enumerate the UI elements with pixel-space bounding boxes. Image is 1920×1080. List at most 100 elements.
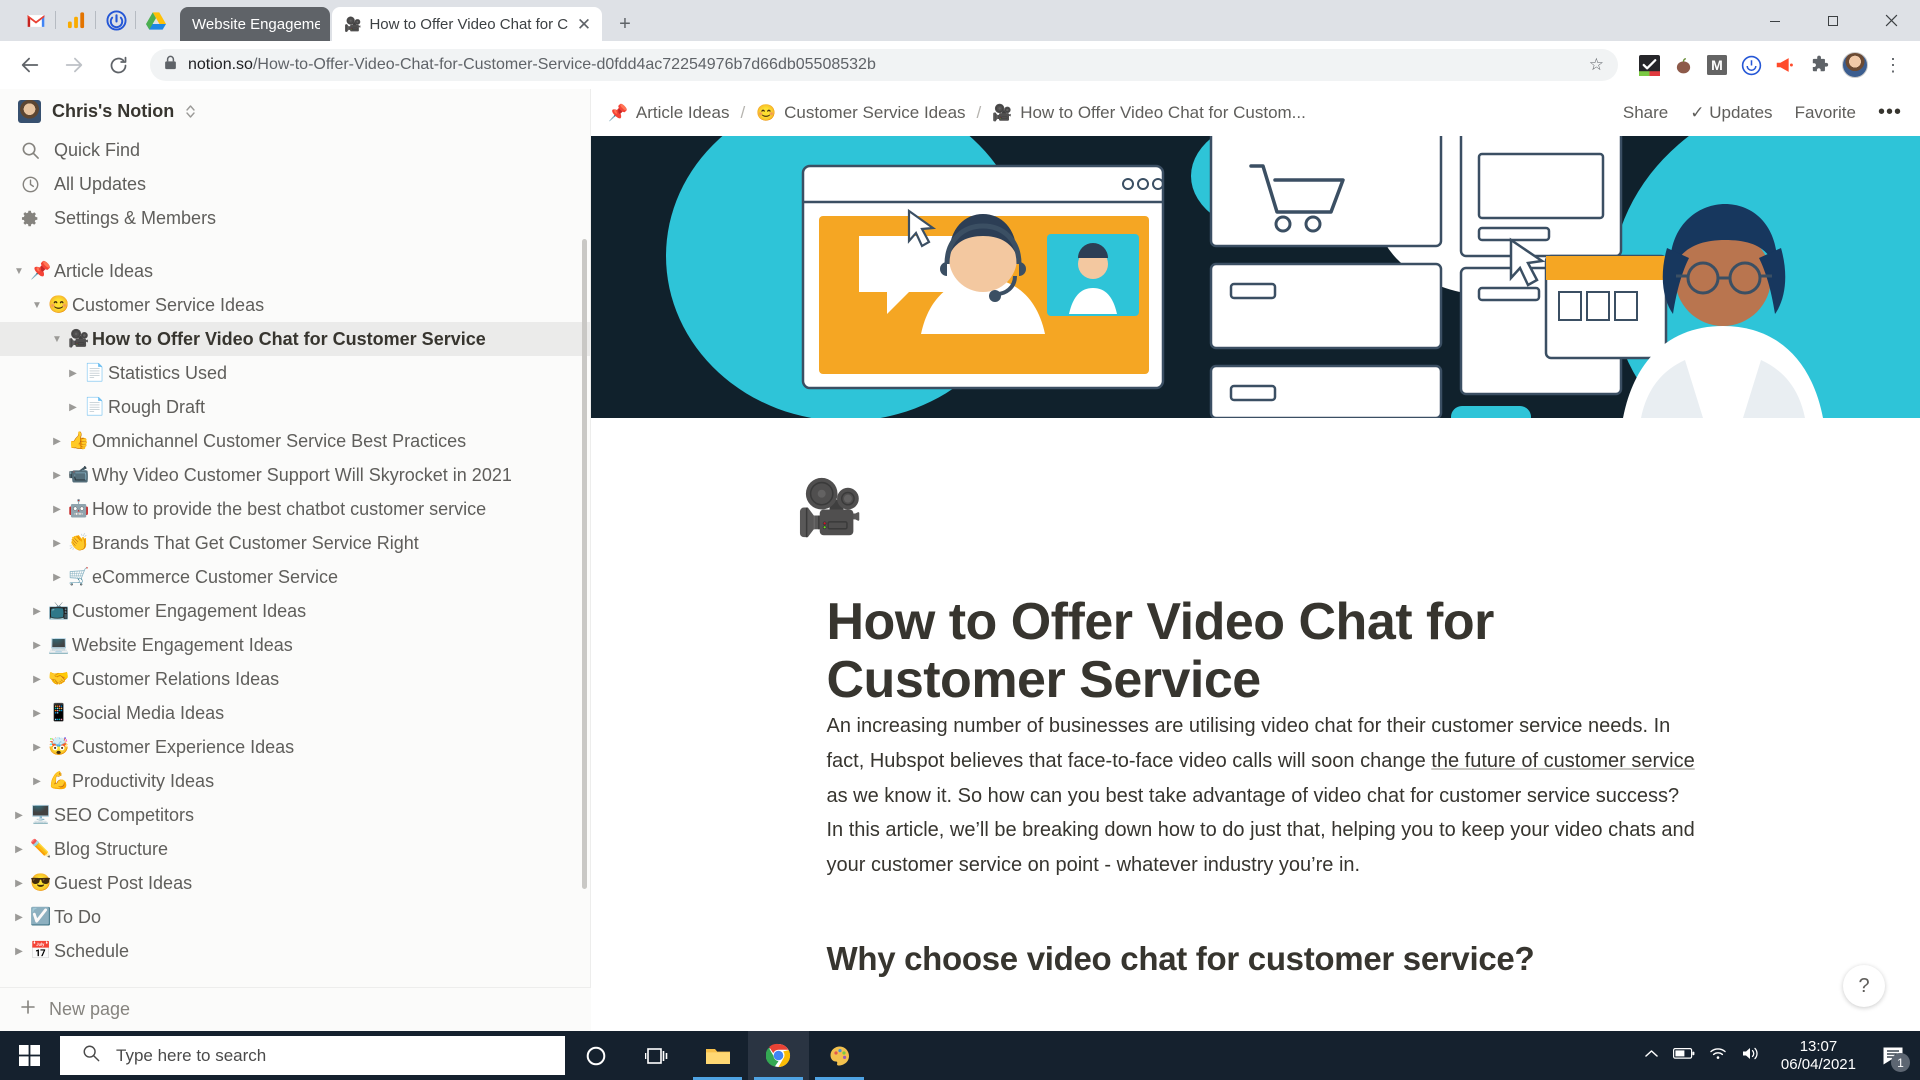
chevron-right-icon[interactable]: ▶	[48, 572, 66, 583]
page-emoji-icon: 📹	[68, 465, 90, 484]
todoist-icon[interactable]	[1634, 50, 1664, 80]
minimize-button[interactable]	[1746, 0, 1804, 41]
close-button[interactable]	[1862, 0, 1920, 41]
chevron-right-icon[interactable]: ▶	[48, 436, 66, 447]
chevron-right-icon[interactable]: ▶	[28, 708, 46, 719]
clock-date: 06/04/2021	[1780, 1055, 1856, 1073]
sidebar-scrollbar[interactable]	[582, 239, 587, 889]
profile-avatar[interactable]	[1838, 48, 1872, 82]
close-icon[interactable]: ✕	[576, 16, 592, 33]
reload-icon[interactable]	[98, 45, 138, 85]
mailtrack-icon[interactable]: M	[1702, 50, 1732, 80]
bookmark-star-icon[interactable]: ☆	[1589, 55, 1604, 75]
chevron-right-icon[interactable]: ▶	[48, 538, 66, 549]
help-button[interactable]: ?	[1843, 965, 1885, 1007]
browser-tab-active[interactable]: 🎥 How to Offer Video Chat for Cus ✕	[332, 7, 602, 41]
file-explorer-icon[interactable]	[687, 1031, 748, 1080]
sidebar-tree-row[interactable]: ▼ 😊 Customer Service Ideas	[0, 288, 590, 322]
sidebar-tree-row[interactable]: ▼ 📌 Article Ideas	[0, 254, 590, 288]
puzzle-icon[interactable]	[1804, 50, 1834, 80]
chevron-right-icon[interactable]: ▶	[64, 368, 82, 379]
back-icon[interactable]	[10, 45, 50, 85]
paragraph-2[interactable]: In this article, we’ll be breaking down …	[827, 813, 1697, 882]
chrome-menu-icon[interactable]: ⋮	[1876, 48, 1910, 82]
sidebar-item-quick-find[interactable]: Quick Find	[0, 133, 590, 167]
sidebar-tree-row[interactable]: ▶ 💪 Productivity Ideas	[0, 764, 590, 798]
chevron-up-icon[interactable]	[1644, 1047, 1659, 1065]
chevron-right-icon[interactable]: ▶	[48, 470, 66, 481]
breadcrumb-item-1[interactable]: 😊 Customer Service Ideas	[756, 103, 965, 123]
sidebar-tree-row[interactable]: ▶ 📺 Customer Engagement Ideas	[0, 594, 590, 628]
paragraph-1[interactable]: An increasing number of businesses are u…	[827, 709, 1697, 813]
drive-icon[interactable]	[136, 0, 176, 41]
sidebar-tree-row[interactable]: ▶ 📹 Why Video Customer Support Will Skyroc…	[0, 458, 590, 492]
chevron-down-icon[interactable]: ▼	[10, 266, 28, 277]
chevron-right-icon[interactable]: ▶	[28, 640, 46, 651]
chevron-right-icon[interactable]: ▶	[28, 742, 46, 753]
paint-icon[interactable]	[809, 1031, 870, 1080]
chevron-right-icon[interactable]: ▶	[28, 776, 46, 787]
sidebar-tree-row[interactable]: ▶ 🤖 How to provide the best chatbot custom…	[0, 492, 590, 526]
chevron-right-icon[interactable]: ▶	[10, 810, 28, 821]
chevron-right-icon[interactable]: ▶	[10, 912, 28, 923]
cortana-icon[interactable]	[565, 1031, 626, 1080]
sidebar-tree-row[interactable]: ▶ ✏️ Blog Structure	[0, 832, 590, 866]
new-page-button[interactable]: New page	[0, 987, 591, 1031]
share-button[interactable]: Share	[1623, 103, 1668, 123]
browser-tab-inactive[interactable]: Website Engagement	[180, 7, 330, 41]
forward-icon[interactable]	[54, 45, 94, 85]
chevron-right-icon[interactable]: ▶	[28, 674, 46, 685]
sidebar-item-settings-members[interactable]: Settings & Members	[0, 201, 590, 235]
wifi-icon[interactable]	[1709, 1046, 1727, 1065]
page-title[interactable]: How to Offer Video Chat for Customer Ser…	[827, 593, 1527, 709]
favorite-button[interactable]: Favorite	[1795, 103, 1856, 123]
sidebar-tree-row[interactable]: ▶ 👏 Brands That Get Customer Service Right	[0, 526, 590, 560]
chevron-down-icon[interactable]: ▼	[28, 300, 46, 311]
sidebar-tree-row[interactable]: ▶ 🛒 eCommerce Customer Service	[0, 560, 590, 594]
sidebar-tree-row[interactable]: ▶ 📄 Rough Draft	[0, 390, 590, 424]
sidebar-tree-row[interactable]: ▶ 🖥️ SEO Competitors	[0, 798, 590, 832]
volume-icon[interactable]	[1741, 1046, 1761, 1066]
breadcrumb-item-2[interactable]: 🎥 How to Offer Video Chat for Custom...	[992, 103, 1306, 123]
heading-why-choose-video-chat[interactable]: Why choose video chat for customer servi…	[827, 940, 1697, 978]
sidebar-tree-row[interactable]: ▶ 💻 Website Engagement Ideas	[0, 628, 590, 662]
sidebar-tree-row[interactable]: ▶ 👍 Omnichannel Customer Service Best Prac…	[0, 424, 590, 458]
megaphone-icon[interactable]	[1770, 50, 1800, 80]
notifications-button[interactable]: 1	[1876, 1031, 1910, 1080]
breadcrumb-item-0[interactable]: 📌 Article Ideas	[608, 103, 729, 123]
chrome-icon[interactable]	[748, 1031, 809, 1080]
workspace-switcher[interactable]: Chris's Notion	[0, 89, 590, 133]
task-view-icon[interactable]	[626, 1031, 687, 1080]
chevron-down-icon[interactable]: ▼	[48, 334, 66, 345]
sidebar-tree-row[interactable]: ▶ 📄 Statistics Used	[0, 356, 590, 390]
sidebar-tree-row[interactable]: ▼ 🎥 How to Offer Video Chat for Customer S…	[0, 322, 590, 356]
maximize-button[interactable]	[1804, 0, 1862, 41]
chevron-right-icon[interactable]: ▶	[64, 402, 82, 413]
start-button[interactable]	[0, 1031, 58, 1080]
more-options-icon[interactable]: •••	[1878, 101, 1902, 124]
sidebar-tree-row[interactable]: ▶ ☑️ To Do	[0, 900, 590, 934]
updates-button[interactable]: ✓ Updates	[1690, 103, 1772, 123]
power-app-icon[interactable]	[96, 0, 136, 41]
gmail-icon[interactable]	[16, 0, 56, 41]
future-of-customer-service-link[interactable]: the future of customer service	[1431, 750, 1694, 772]
clock[interactable]: 13:07 06/04/2021	[1775, 1038, 1862, 1073]
smile-circle-icon[interactable]	[1736, 50, 1766, 80]
chevron-right-icon[interactable]: ▶	[28, 606, 46, 617]
chevron-right-icon[interactable]: ▶	[48, 504, 66, 515]
search-input[interactable]: Type here to search	[60, 1036, 565, 1075]
analytics-icon[interactable]	[56, 0, 96, 41]
battery-icon[interactable]	[1672, 1047, 1695, 1065]
sidebar-tree-row[interactable]: ▶ 🤝 Customer Relations Ideas	[0, 662, 590, 696]
apple-icon[interactable]	[1668, 50, 1698, 80]
sidebar-tree-row[interactable]: ▶ 😎 Guest Post Ideas	[0, 866, 590, 900]
sidebar-tree-row[interactable]: ▶ 📱 Social Media Ideas	[0, 696, 590, 730]
sidebar-tree-row[interactable]: ▶ 📅 Schedule	[0, 934, 590, 968]
sidebar-item-all-updates[interactable]: All Updates	[0, 167, 590, 201]
chevron-right-icon[interactable]: ▶	[10, 946, 28, 957]
address-bar[interactable]: notion.so/How-to-Offer-Video-Chat-for-Cu…	[150, 49, 1618, 81]
chevron-right-icon[interactable]: ▶	[10, 878, 28, 889]
chevron-right-icon[interactable]: ▶	[10, 844, 28, 855]
new-tab-button[interactable]: +	[608, 7, 642, 41]
sidebar-tree-row[interactable]: ▶ 🤯 Customer Experience Ideas	[0, 730, 590, 764]
